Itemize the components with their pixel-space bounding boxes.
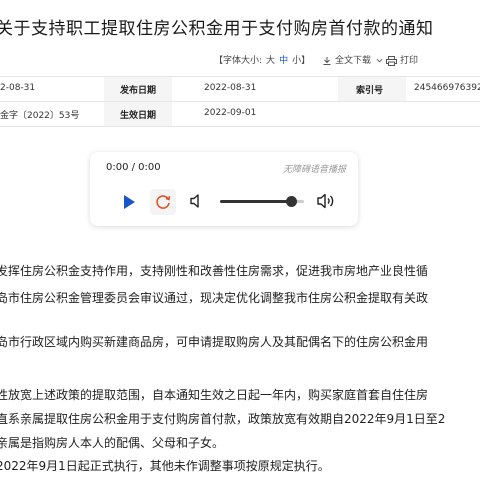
download-label: 全文下载 [335,56,372,66]
font-size-small-button[interactable]: 小】 [292,56,310,66]
page-title: 关于支持职工提取住房公积金用于支付购房首付款的通知 [0,19,434,39]
publish-date-value: 2022-08-31 [204,83,257,93]
paragraph-line: 亲属是指购房人本人的配偶、父母和子女。 [0,436,225,450]
paragraph-line: 发挥住房公积金支持作用，支持刚性和改善性住房需求，促进我市房地产业良性循 [0,264,429,278]
font-size-control: 【字体大小: 大中小】 [212,53,312,66]
font-size-medium-button[interactable]: 中 [279,56,288,66]
print-button[interactable]: 打印 [386,53,418,66]
replay-button[interactable] [150,189,176,215]
font-size-large-button[interactable]: 大 [266,56,275,66]
print-label: 打印 [400,56,419,66]
effective-date-value: 2022-09-01 [204,108,257,118]
audio-player: 0:00 / 0:00 无障碍语音播报 [90,152,358,226]
meta-row-2: 金字〔2022〕53号 生效日期 2022-09-01 [0,102,480,127]
meta-value: 2-08-31 [0,83,36,93]
chevron-down-icon [376,58,383,63]
paragraph-line: 岛市行政区域内购买新建商品房，可申请提取购房人及其配偶名下的住房公积金用 [0,335,429,349]
playback-time: 0:00 / 0:00 [106,162,161,173]
print-icon [386,55,397,66]
paragraph-line: 直系亲属提取住房公积金用于支付购房首付款，政策放宽有效期自2022年9月1日至2 [0,412,446,426]
speaker-mute-icon[interactable] [188,192,206,210]
index-label: 索引号 [356,86,384,96]
publish-date-label: 发布日期 [120,86,157,96]
volume-slider-track[interactable] [220,200,292,203]
font-size-label: 【字体大小: [214,56,263,66]
accessibility-hint: 无障碍语音播报 [282,165,346,175]
article-toolbar: 【字体大小: 大中小】 全文下载 打印 [0,46,480,74]
paragraph-line: 性放宽上述政策的提取范围，自本通知生效之日起一年内，购买家庭首套自住住房 [0,388,429,402]
paragraph-line: 2022年9月1日起正式执行，其他未作调整事项按原规定执行。 [0,459,330,473]
replay-icon [156,195,171,209]
paragraph-line: 岛市住房公积金管理委员会审议通过，现决定优化调整我市住房公积金提取有关政 [0,291,429,305]
play-icon[interactable] [116,190,140,214]
download-button[interactable]: 全文下载 [322,53,386,66]
volume-slider-handle[interactable] [286,196,297,207]
speaker-volume-icon[interactable] [316,191,336,211]
effective-date-label: 生效日期 [120,111,157,121]
meta-row-1: 2-08-31 发布日期 2022-08-31 索引号 245466976392… [0,77,480,102]
index-value: 2454669763926 [414,83,480,93]
download-icon [323,56,331,65]
document-number-value: 金字〔2022〕53号 [0,111,80,121]
document-meta-table: 2-08-31 发布日期 2022-08-31 索引号 245466976392… [0,76,480,127]
